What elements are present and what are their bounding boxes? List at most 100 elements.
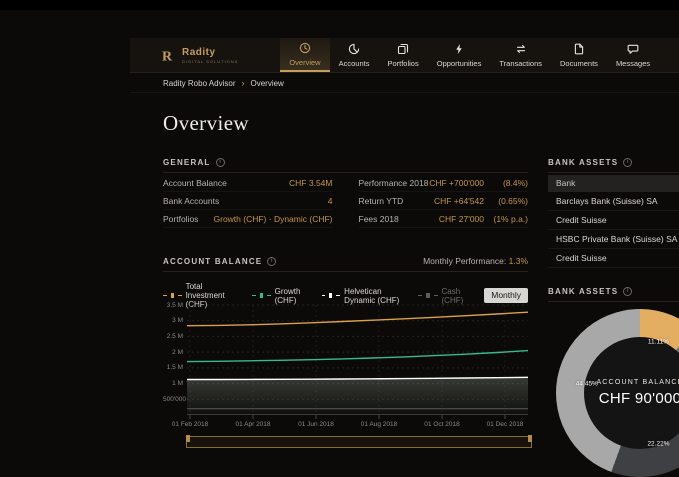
tab-transactions[interactable]: Transactions: [490, 38, 551, 72]
tab-portfolios[interactable]: Portfolios: [378, 38, 427, 72]
svg-text:R: R: [162, 50, 173, 64]
info-icon[interactable]: i: [267, 257, 276, 266]
top-navbar: R Radity DIGITAL SOLUTIONS Overview Acco…: [130, 38, 679, 73]
general-row: Fees 2018 CHF 27'000 (1% p.a.): [359, 210, 529, 228]
general-row: Performance 2018 CHF +700'000 (8.4%): [359, 174, 529, 192]
x-axis-tick-label: 01 Apr 2018: [235, 421, 270, 428]
legend-marker: [260, 293, 263, 298]
general-row: Return YTD CHF +64'542 (0.65%): [359, 192, 529, 210]
breadcrumb-current: Overview: [250, 79, 283, 88]
bank-row[interactable]: Barclays Bank (Suisse) SA: [548, 192, 679, 211]
divider: [163, 172, 528, 173]
brush-handle-left[interactable]: [186, 435, 190, 442]
bank-row[interactable]: HSBC Private Bank (Suisse) SA: [548, 230, 679, 249]
y-axis-tick-label: 2.5 M: [163, 333, 183, 340]
bank-column-header: Bank: [548, 175, 679, 192]
account-balance-chart[interactable]: 3.5 M 3 M 2.5 M 2 M 1.5 M 1 M 500'000 01 Feb 20…: [163, 300, 533, 447]
row-label: Fees 2018: [359, 214, 439, 224]
brush-handle-right[interactable]: [528, 435, 532, 442]
row-percentage: (1% p.a.): [484, 214, 528, 224]
tab-overview[interactable]: Overview: [280, 38, 329, 72]
bank-row[interactable]: Credit Suisse: [548, 211, 679, 230]
pie-chart-icon: [348, 43, 360, 55]
pie-slice-label: 22.22%: [647, 440, 669, 447]
clock-icon: [299, 42, 311, 54]
general-row: Bank Accounts 4: [163, 192, 333, 210]
tab-label: Documents: [560, 59, 598, 68]
row-value: CHF +700'000: [429, 178, 484, 188]
bank-row[interactable]: Credit Suisse: [548, 249, 679, 268]
tab-messages[interactable]: Messages: [607, 38, 659, 72]
legend-line: [178, 295, 182, 296]
divider: [163, 271, 528, 272]
page-title: Overview: [163, 111, 249, 136]
general-row: Portfolios Growth (CHF) · Dynamic (CHF): [163, 210, 333, 228]
x-axis-tick-label: 01 Feb 2018: [172, 421, 209, 428]
row-label: Performance 2018: [359, 178, 430, 188]
row-label: Account Balance: [163, 178, 289, 188]
y-axis-tick-label: 1 M: [163, 380, 183, 387]
tab-label: Portfolios: [387, 59, 418, 68]
bank-assets-donut-chart[interactable]: ACCOUNT BALANCE CHF 90'000 11.11%22.22%2…: [556, 309, 679, 477]
tab-label: Overview: [289, 58, 320, 67]
bank-assets-chart-panel: BANK ASSETS i: [548, 287, 679, 302]
general-panel: GENERAL i Account Balance CHF 3.54M Bank…: [163, 158, 528, 228]
y-axis-tick-label: 3 M: [163, 317, 183, 324]
y-axis-tick-label: 1.5 M: [163, 364, 183, 371]
monthly-performance-value: 1.3%: [509, 256, 528, 266]
line-chart-plot[interactable]: [187, 300, 528, 422]
x-axis-tick-label: 01 Oct 2018: [424, 421, 459, 428]
top-black-strip: [0, 0, 679, 10]
tab-accounts[interactable]: Accounts: [330, 38, 379, 72]
x-axis-tick-label: 01 Jun 2018: [298, 421, 334, 428]
legend-line: [252, 295, 256, 296]
legend-line: [163, 295, 167, 296]
tab-label: Accounts: [339, 59, 370, 68]
bank-assets-title: BANK ASSETS: [548, 158, 618, 167]
y-axis-tick-label: 3.5 M: [163, 302, 183, 309]
donut-center-value: CHF 90'000: [599, 390, 679, 407]
pie-slice-label: 44.45%: [576, 380, 598, 387]
info-icon[interactable]: i: [623, 287, 632, 296]
divider: [548, 301, 679, 302]
info-icon[interactable]: i: [623, 158, 632, 167]
monthly-performance: Monthly Performance: 1.3%: [423, 256, 528, 266]
row-label: Portfolios: [163, 214, 214, 224]
tab-documents[interactable]: Documents: [551, 38, 607, 72]
x-axis-tick-label: 01 Dec 2018: [487, 421, 524, 428]
general-title: GENERAL: [163, 158, 211, 167]
row-value: 4: [328, 196, 333, 206]
donut-center: ACCOUNT BALANCE CHF 90'000: [584, 337, 679, 449]
row-label: Bank Accounts: [163, 196, 328, 206]
info-icon[interactable]: i: [216, 158, 225, 167]
bank-assets-chart-title: BANK ASSETS: [548, 287, 618, 296]
row-label: Return YTD: [359, 196, 434, 206]
nav-tabs: Overview Accounts Portfolios Opportuniti…: [280, 38, 659, 72]
app-logo[interactable]: R Radity DIGITAL SOLUTIONS: [130, 38, 238, 72]
legend-line: [418, 295, 422, 296]
row-value: CHF 3.54M: [289, 178, 332, 188]
tab-opportunities[interactable]: Opportunities: [428, 38, 491, 72]
divider: [548, 172, 679, 173]
legend-line: [336, 295, 340, 296]
general-row: Account Balance CHF 3.54M: [163, 174, 333, 192]
tab-label: Transactions: [499, 59, 542, 68]
tab-label: Messages: [616, 59, 650, 68]
bank-assets-list-panel: BANK ASSETS i Bank Barclays Bank (Suisse…: [548, 158, 679, 268]
row-value: Growth (CHF) · Dynamic (CHF): [214, 214, 333, 224]
legend-marker: [171, 293, 174, 298]
y-axis-tick-label: 2 M: [163, 349, 183, 356]
legend-marker: [426, 293, 429, 298]
y-axis-tick-label: 500'000: [163, 396, 183, 403]
chart-range-brush[interactable]: [186, 436, 532, 448]
breadcrumb-parent[interactable]: Radity Robo Advisor: [163, 79, 235, 88]
chevron-right-icon: ›: [241, 78, 244, 88]
breadcrumb: Radity Robo Advisor › Overview: [130, 74, 679, 93]
row-value: CHF +64'542: [434, 196, 484, 206]
legend-line: [322, 295, 326, 296]
donut-center-label: ACCOUNT BALANCE: [596, 379, 679, 386]
legend-line: [434, 295, 438, 296]
logo-tagline: DIGITAL SOLUTIONS: [182, 59, 238, 64]
radity-logo-icon: R: [160, 47, 176, 63]
legend-marker: [329, 293, 332, 298]
